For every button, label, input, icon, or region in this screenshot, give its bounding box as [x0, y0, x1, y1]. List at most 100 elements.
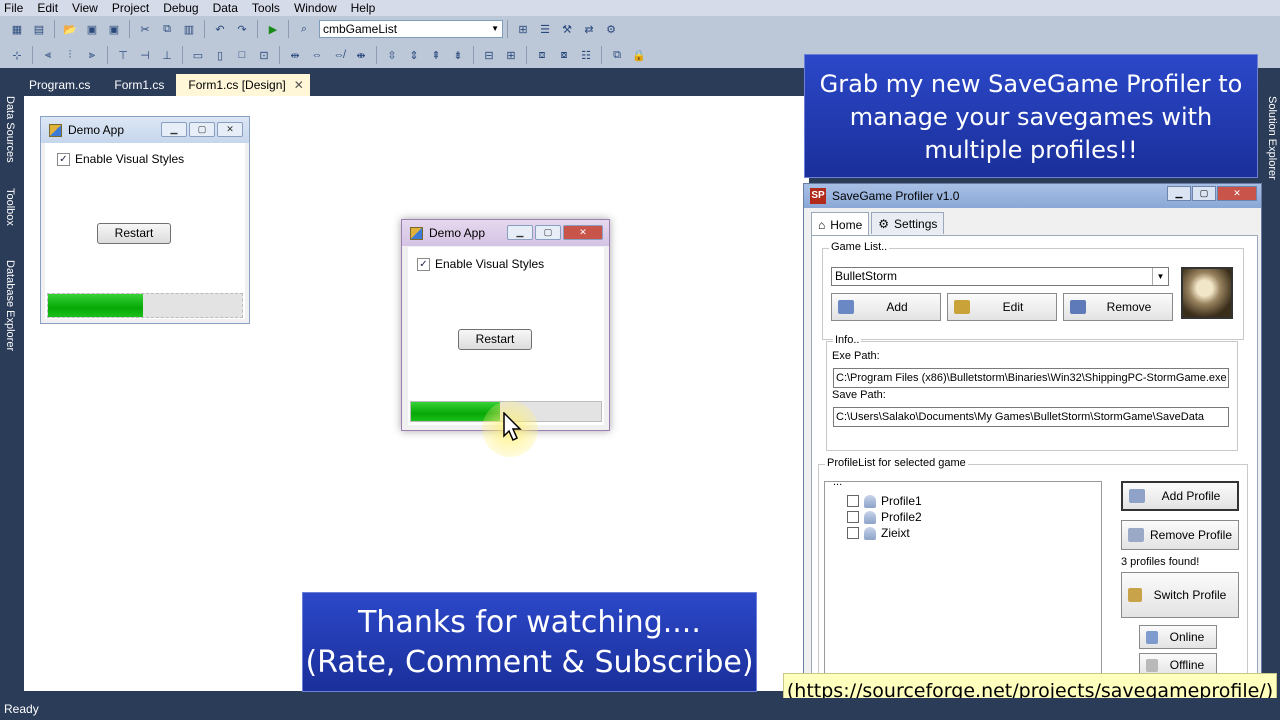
tab-home[interactable]: ⌂ Home — [811, 212, 870, 236]
cut-icon[interactable]: ✂ — [136, 20, 154, 38]
menu-project[interactable]: Project — [105, 1, 156, 15]
side-tab-database-explorer[interactable]: Database Explorer — [1, 260, 16, 351]
solution-explorer-icon[interactable]: ⊞ — [514, 20, 532, 38]
align-bottoms-icon[interactable]: ⊥ — [158, 46, 176, 64]
minimize-icon[interactable]: ▁ — [1167, 186, 1191, 201]
close-icon[interactable]: ✕ — [1217, 186, 1257, 201]
make-same-size-icon[interactable]: □ — [233, 46, 251, 64]
tab-form1-design[interactable]: Form1.cs [Design] ✕ — [176, 74, 310, 96]
add-profile-button[interactable]: Add Profile — [1121, 481, 1239, 511]
add-item-icon[interactable]: ▤ — [30, 20, 48, 38]
align-middles-icon[interactable]: ⊣ — [136, 46, 154, 64]
tree-item[interactable]: Profile2 — [847, 510, 922, 524]
bring-to-front-icon[interactable]: ⧈ — [533, 46, 551, 64]
tab-settings[interactable]: ⚙ Settings — [871, 212, 945, 234]
start-debugging-icon[interactable]: ▶ — [264, 20, 282, 38]
start-page-icon[interactable]: ⇄ — [580, 20, 598, 38]
profile-tree[interactable]: ... Profile1 Profile2 Zieixt — [824, 476, 1102, 681]
increase-vertical-spacing-icon[interactable]: ⇕ — [405, 46, 423, 64]
exe-path-field[interactable]: C:\Program Files (x86)\Bulletstorm\Binar… — [833, 368, 1229, 388]
visual-styles-checkbox[interactable]: ✓ Enable Visual Styles — [57, 152, 184, 166]
find-combo[interactable]: cmbGameList ▼ — [319, 20, 503, 38]
make-same-height-icon[interactable]: ▯ — [211, 46, 229, 64]
save-path-field[interactable]: C:\Users\Salako\Documents\My Games\Bulle… — [833, 407, 1229, 427]
side-tab-solution-explorer[interactable]: Solution Explorer — [1263, 96, 1278, 180]
add-game-button[interactable]: Add — [831, 293, 941, 321]
minimize-icon[interactable]: ▁ — [161, 122, 187, 137]
home-icon: ⌂ — [818, 217, 826, 232]
extension-manager-icon[interactable]: ⚙ — [602, 20, 620, 38]
tab-program-cs[interactable]: Program.cs — [17, 74, 102, 96]
remove-game-label: Remove — [1106, 300, 1152, 314]
save-all-icon[interactable]: ▣ — [105, 20, 123, 38]
savegame-profiler-window[interactable]: SP SaveGame Profiler v1.0 ▁ ▢ ✕ ⌂ Home ⚙… — [803, 183, 1262, 691]
center-vertically-icon[interactable]: ⊞ — [502, 46, 520, 64]
toolbox-icon[interactable]: ⚒ — [558, 20, 576, 38]
increase-horizontal-spacing-icon[interactable]: ⇔ — [308, 46, 326, 64]
switch-profile-button[interactable]: Switch Profile — [1121, 572, 1239, 618]
menu-view[interactable]: View — [65, 1, 105, 15]
game-select[interactable]: BulletStorm ▼ — [831, 267, 1169, 286]
center-horizontally-icon[interactable]: ⊟ — [480, 46, 498, 64]
side-tab-toolbox[interactable]: Toolbox — [1, 188, 16, 226]
remove-vertical-spacing-icon[interactable]: ⇟ — [449, 46, 467, 64]
visual-styles-checkbox[interactable]: ✓ Enable Visual Styles — [417, 257, 544, 271]
remove-profile-button[interactable]: Remove Profile — [1121, 520, 1239, 550]
menu-tools[interactable]: Tools — [245, 1, 287, 15]
add-game-label: Add — [886, 300, 908, 314]
open-file-icon[interactable]: 📂 — [61, 20, 79, 38]
save-icon[interactable]: ▣ — [83, 20, 101, 38]
tree-item[interactable]: Profile1 — [847, 494, 922, 508]
copy-icon[interactable]: ⧉ — [158, 20, 176, 38]
new-project-icon[interactable]: ▦ — [8, 20, 26, 38]
decrease-vertical-spacing-icon[interactable]: ⇞ — [427, 46, 445, 64]
restart-button[interactable]: Restart — [458, 329, 532, 350]
tab-form1-cs[interactable]: Form1.cs — [102, 74, 176, 96]
maximize-icon[interactable]: ▢ — [189, 122, 215, 137]
minimize-icon[interactable]: ▁ — [507, 225, 533, 240]
make-same-width-icon[interactable]: ▭ — [189, 46, 207, 64]
tree-item-checkbox[interactable] — [847, 495, 859, 507]
align-centers-icon[interactable]: ⫶ — [61, 46, 79, 64]
tree-item[interactable]: Zieixt — [847, 526, 910, 540]
properties-icon[interactable]: ☰ — [536, 20, 554, 38]
maximize-icon[interactable]: ▢ — [1192, 186, 1216, 201]
undo-icon[interactable]: ↶ — [211, 20, 229, 38]
side-tab-data-sources[interactable]: Data Sources — [1, 96, 16, 163]
restart-button[interactable]: Restart — [97, 223, 171, 244]
align-lefts-icon[interactable]: ⫷ — [39, 46, 57, 64]
lock-controls-icon[interactable]: 🔒 — [630, 46, 648, 64]
remove-horizontal-spacing-icon[interactable]: ⇼ — [352, 46, 370, 64]
online-button[interactable]: Online — [1139, 625, 1217, 649]
remove-game-button[interactable]: Remove — [1063, 293, 1173, 321]
menu-file[interactable]: File — [0, 1, 30, 15]
close-icon[interactable]: ✕ — [563, 225, 603, 240]
menu-debug[interactable]: Debug — [156, 1, 205, 15]
close-icon[interactable]: ✕ — [217, 122, 243, 137]
paste-icon[interactable]: ▥ — [180, 20, 198, 38]
menu-data[interactable]: Data — [206, 1, 245, 15]
decrease-horizontal-spacing-icon[interactable]: ⇎ — [330, 46, 348, 64]
redo-icon[interactable]: ↷ — [233, 20, 251, 38]
menu-help[interactable]: Help — [344, 1, 383, 15]
tab-order-icon[interactable]: ☷ — [577, 46, 595, 64]
horizontal-spacing-icon[interactable]: ⇹ — [286, 46, 304, 64]
tree-item-checkbox[interactable] — [847, 527, 859, 539]
align-to-grid-icon[interactable]: ⊹ — [8, 46, 26, 64]
edit-game-button[interactable]: Edit — [947, 293, 1057, 321]
menu-edit[interactable]: Edit — [30, 1, 65, 15]
align-rights-icon[interactable]: ⫸ — [83, 46, 101, 64]
tree-item-checkbox[interactable] — [847, 511, 859, 523]
running-form[interactable]: Demo App ▁ ▢ ✕ ✓ Enable Visual Styles Re… — [401, 219, 610, 431]
toolbar-separator — [204, 20, 205, 38]
format-icon[interactable]: ⧉ — [608, 46, 626, 64]
menu-window[interactable]: Window — [287, 1, 344, 15]
vertical-spacing-icon[interactable]: ⇳ — [383, 46, 401, 64]
maximize-icon[interactable]: ▢ — [535, 225, 561, 240]
size-to-grid-icon[interactable]: ⊡ — [255, 46, 273, 64]
find-icon[interactable]: ⌕ — [295, 20, 313, 38]
align-tops-icon[interactable]: ⊤ — [114, 46, 132, 64]
close-icon[interactable]: ✕ — [294, 74, 304, 96]
designer-form[interactable]: Demo App ▁ ▢ ✕ ✓ Enable Visual Styles Re… — [40, 116, 250, 324]
send-to-back-icon[interactable]: ⧇ — [555, 46, 573, 64]
